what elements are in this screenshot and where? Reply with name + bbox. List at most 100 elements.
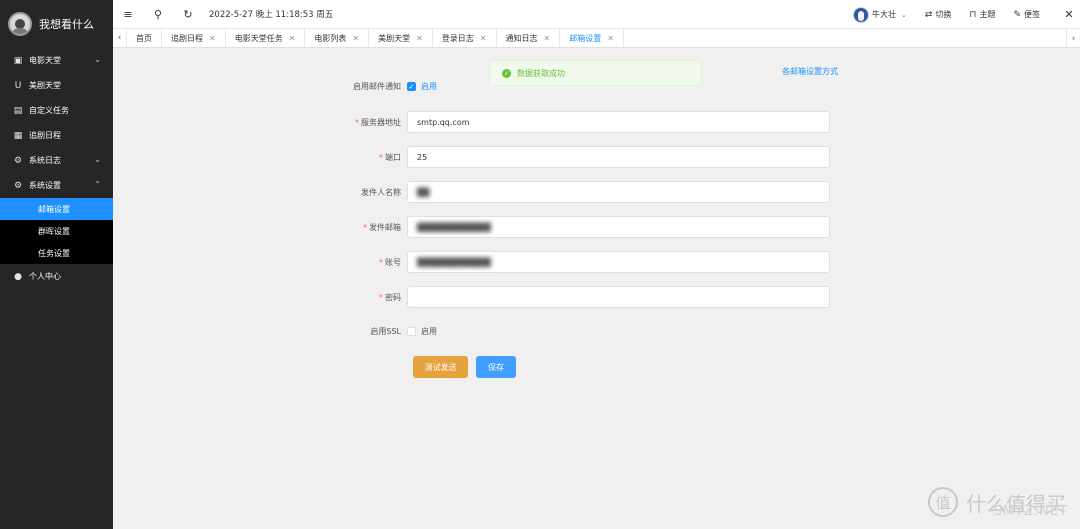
mail-settings-help-link[interactable]: 各邮箱设置方式 — [782, 66, 838, 77]
close-icon[interactable]: ✕ — [544, 34, 551, 43]
enable-mail-option-label[interactable]: 启用 — [421, 81, 437, 92]
user-menu[interactable]: 牛大壮 ⌄ — [853, 6, 907, 23]
close-icon[interactable]: ✕ — [209, 34, 216, 43]
watermark-sub: SMYZ.NET — [993, 504, 1068, 519]
form-label: 启用SSL — [370, 327, 401, 336]
tab-notify-log[interactable]: 通知日志 ✕ — [497, 28, 561, 48]
tab-movie-list[interactable]: 电影列表 ✕ — [305, 28, 370, 48]
close-icon[interactable]: ✕ — [607, 34, 614, 43]
sender-name-row: 发件人名称 ██ — [343, 181, 830, 203]
ssl-option-label[interactable]: 启用 — [421, 326, 437, 337]
tab-login-log[interactable]: 登录日志 ✕ — [433, 28, 497, 48]
form-label: 启用邮件通知 — [353, 82, 401, 91]
chevron-down-icon: ⌄ — [94, 55, 101, 64]
sidebar-item-custom-task[interactable]: ▤ 自定义任务 — [0, 98, 113, 123]
server-row: * 服务器地址 smtp.qq.com — [343, 111, 830, 133]
close-icon[interactable]: ✕ — [480, 34, 487, 43]
tab-us-drama[interactable]: 美剧天堂 ✕ — [369, 28, 433, 48]
toast-message: 数据获取成功 — [517, 68, 565, 78]
ssl-row: 启用SSL 启用 — [343, 326, 437, 337]
tab-home[interactable]: 首页 — [127, 28, 162, 48]
form-label-text: 端口 — [385, 152, 401, 162]
sidebar-item-system-settings[interactable]: ⚙ 系统设置 ⌃ — [0, 173, 113, 198]
check-circle-icon: ✓ — [502, 68, 511, 78]
notes-button[interactable]: ✎ 便签 — [1013, 9, 1040, 20]
theme-label: 主题 — [979, 10, 996, 19]
port-row: * 端口 25 — [343, 146, 830, 168]
sidebar-subitem-mail-settings[interactable]: 邮箱设置 — [0, 198, 113, 220]
search-icon[interactable]: ⚲ — [143, 0, 173, 29]
port-input[interactable]: 25 — [407, 146, 830, 168]
tab-label: 电影天堂任务 — [234, 33, 283, 43]
gear-icon: ⚙ — [13, 180, 23, 191]
watermark-badge: 值 — [928, 487, 958, 517]
save-button[interactable]: 保存 — [476, 356, 516, 378]
tab-label: 追剧日程 — [171, 33, 203, 43]
sidebar-item-label: 追剧日程 — [29, 131, 61, 140]
shirt-icon: ⊓ — [969, 9, 977, 20]
form-label: * 账号 — [343, 257, 407, 268]
tabs-bar: ‹ 首页 追剧日程 ✕ 电影天堂任务 ✕ 电影列表 ✕ 美剧天堂 ✕ 登录日志 … — [113, 28, 1080, 48]
sidebar-item-label: 美剧天堂 — [29, 81, 61, 90]
redacted-value: ████████████ — [417, 257, 491, 267]
sidebar-item-label: 自定义任务 — [29, 106, 69, 115]
tab-mail-settings[interactable]: 邮箱设置 ✕ — [560, 28, 624, 48]
chevron-down-icon: ⌄ — [901, 10, 907, 19]
switch-label: 切换 — [935, 10, 952, 19]
tab-label: 通知日志 — [505, 33, 538, 43]
sidebar-item-movie-heaven[interactable]: ▣ 电影天堂 ⌄ — [0, 48, 113, 73]
form-label: * 端口 — [343, 152, 407, 163]
account-row: * 账号 ████████████ — [343, 251, 830, 273]
sidebar-subitem-task-settings[interactable]: 任务设置 — [0, 242, 113, 264]
brand-title: 我想看什么 — [39, 18, 94, 31]
enable-mail-row: 启用邮件通知 ✓ 启用 — [343, 81, 437, 92]
sidebar-item-personal-center[interactable]: ● 个人中心 — [0, 264, 113, 289]
sidebar-subitem-synology-settings[interactable]: 群晖设置 — [0, 220, 113, 242]
sidebar-item-system-log[interactable]: ⚙ 系统日志 ⌄ — [0, 148, 113, 173]
sender-name-input[interactable]: ██ — [407, 181, 830, 203]
close-icon[interactable]: ✕ — [289, 34, 296, 43]
tab-label: 美剧天堂 — [378, 33, 411, 43]
ssl-checkbox[interactable] — [407, 327, 416, 336]
tab-movie-task[interactable]: 电影天堂任务 ✕ — [226, 28, 306, 48]
form-label: * 密码 — [343, 292, 407, 303]
form-label-text: 发件邮箱 — [369, 222, 401, 232]
test-send-button[interactable]: 测试发送 — [413, 356, 468, 378]
brand[interactable]: 我想看什么 — [0, 0, 113, 48]
sidebar-item-label: 系统日志 — [29, 156, 61, 165]
switch-button[interactable]: ⇄ 切换 — [925, 9, 952, 20]
form-label: * 服务器地址 — [343, 117, 407, 128]
user-icon: ● — [14, 271, 22, 282]
tab-label: 首页 — [136, 33, 152, 43]
account-input[interactable]: ████████████ — [407, 251, 830, 273]
avatar — [853, 6, 869, 23]
tabs-scroll-left-icon[interactable]: ‹ — [113, 28, 127, 48]
fullscreen-close-icon[interactable]: ✕ — [1058, 8, 1080, 21]
sidebar-item-label: 系统设置 — [29, 181, 61, 190]
sidebar-item-schedule[interactable]: ▦ 追剧日程 — [0, 123, 113, 148]
enable-mail-checkbox[interactable]: ✓ — [407, 82, 416, 91]
sidebar-menu: ▣ 电影天堂 ⌄ U 美剧天堂 ▤ 自定义任务 ▦ 追剧日程 ⚙ 系统日志 ⌄ … — [0, 48, 113, 289]
current-time: 2022-5-27 晚上 11:18:53 周五 — [209, 10, 334, 20]
theme-button[interactable]: ⊓ 主题 — [969, 9, 995, 20]
close-icon[interactable]: ✕ — [352, 34, 359, 43]
notes-label: 便签 — [1024, 10, 1040, 19]
sidebar: 我想看什么 ▣ 电影天堂 ⌄ U 美剧天堂 ▤ 自定义任务 ▦ 追剧日程 ⚙ 系… — [0, 0, 113, 529]
menu-toggle-icon[interactable]: ≡ — [113, 0, 143, 29]
magnet-icon: U — [14, 80, 22, 91]
pen-icon: ✎ — [1013, 9, 1021, 20]
form-label: * 发件邮箱 — [343, 222, 407, 233]
sender-email-input[interactable]: ████████████ — [407, 216, 830, 238]
tabs-scroll-right-icon[interactable]: › — [1066, 29, 1080, 48]
sidebar-item-us-drama[interactable]: U 美剧天堂 — [0, 73, 113, 98]
refresh-icon[interactable]: ↻ — [173, 0, 203, 29]
topbar-right: 牛大壮 ⌄ ⇄ 切换 ⊓ 主题 ✎ 便签 ✕ — [853, 0, 1080, 29]
password-input[interactable] — [407, 286, 830, 308]
topbar: ≡ ⚲ ↻ 2022-5-27 晚上 11:18:53 周五 牛大壮 ⌄ ⇄ 切… — [113, 0, 1080, 29]
required-mark: * — [379, 292, 383, 302]
server-input[interactable]: smtp.qq.com — [407, 111, 830, 133]
form-label-text: 服务器地址 — [361, 117, 401, 127]
close-icon[interactable]: ✕ — [416, 34, 423, 43]
required-mark: * — [355, 117, 359, 127]
tab-schedule[interactable]: 追剧日程 ✕ — [162, 28, 226, 48]
